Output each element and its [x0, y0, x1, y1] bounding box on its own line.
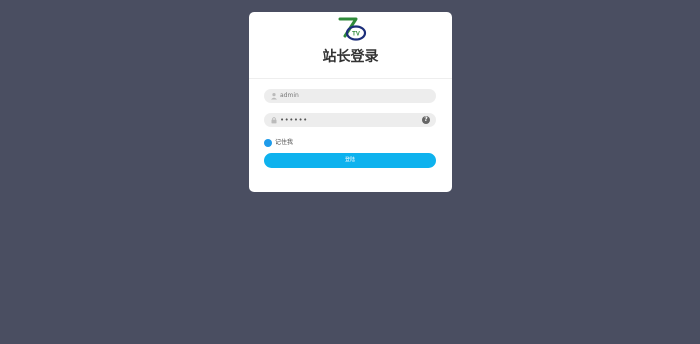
- checkbox-icon[interactable]: [264, 139, 272, 147]
- remember-me[interactable]: 记住我: [264, 138, 293, 148]
- username-field[interactable]: admin: [264, 89, 436, 103]
- remember-label: 记住我: [275, 139, 294, 146]
- lock-icon: [271, 117, 277, 124]
- user-icon: [271, 93, 277, 100]
- password-value: ••••••: [280, 116, 308, 124]
- page-title: 站长登录: [322, 49, 379, 65]
- login-button[interactable]: 登陆: [264, 153, 436, 168]
- username-value: admin: [280, 92, 299, 99]
- login-card: TV 站长登录 admin •••••• ? 记住我 登陆: [249, 12, 452, 192]
- card-header: TV 站长登录: [249, 12, 452, 79]
- password-field[interactable]: •••••• ?: [264, 113, 436, 127]
- site-logo: TV: [338, 17, 366, 41]
- logo-text: TV: [352, 32, 360, 38]
- question-circle-icon[interactable]: ?: [422, 116, 430, 124]
